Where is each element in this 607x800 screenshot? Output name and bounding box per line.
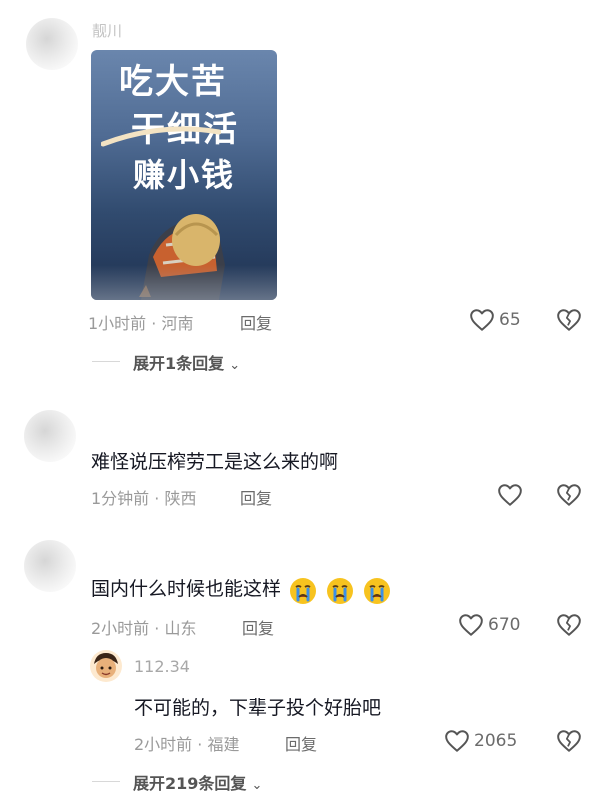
time-location: 2小时前 · 福建 [134,735,240,754]
reply-button[interactable]: 回复 [285,731,317,755]
reply-button[interactable]: 回复 [240,485,272,509]
chevron-down-icon: ⌄ [251,778,263,793]
comment-body: 国内什么时候也能这样 [91,574,392,606]
avatar[interactable] [24,540,76,592]
like-button[interactable] [444,729,470,753]
reply-avatar[interactable] [90,650,122,682]
expand-replies-button[interactable]: 展开1条回复 ⌄ [133,350,240,374]
like-count: 670 [488,615,521,635]
dislike-button[interactable] [556,308,582,332]
username[interactable]: 靓川 [92,20,122,41]
crying-face-icon [288,576,318,606]
avatar[interactable] [24,410,76,462]
reply-button[interactable]: 回复 [240,310,272,334]
time-location: 1小时前 · 河南 [88,314,194,333]
heart-icon [445,730,469,752]
heart-icon [459,614,483,636]
crying-face-icon [362,576,392,606]
comment-text: 难怪说压榨劳工是这么来的啊 [91,451,339,473]
divider [92,781,120,782]
expand-label: 展开1条回复 [133,354,225,373]
broken-heart-icon [557,309,581,331]
avatar[interactable] [26,18,78,70]
dislike-button[interactable] [556,729,582,753]
comment-text: 国内什么时候也能这样 [91,578,282,600]
broken-heart-icon [557,614,581,636]
divider [92,361,120,362]
broken-heart-icon [557,484,581,506]
comment-image[interactable]: 吃大苦 干细活 赚小钱 [91,50,277,300]
reply-username[interactable]: 112.34 [134,657,190,676]
image-bottom-shade [91,265,277,300]
time-location: 1分钟前 · 陕西 [91,489,197,508]
reply-button[interactable]: 回复 [242,615,274,639]
like-count: 2065 [474,731,518,751]
expand-replies-button[interactable]: 展开219条回复 ⌄ [133,770,262,794]
crying-face-icon [325,576,355,606]
heart-icon [470,309,494,331]
dislike-button[interactable] [556,613,582,637]
reply-text: 不可能的，下辈子投个好胎吧 [134,697,382,719]
chevron-down-icon: ⌄ [229,358,241,373]
like-button[interactable] [469,308,495,332]
like-button[interactable] [458,613,484,637]
like-button[interactable] [497,483,523,507]
time-location: 2小时前 · 山东 [91,619,197,638]
like-count: 65 [499,310,521,330]
image-line: 吃大苦 [119,62,227,102]
expand-label: 展开219条回复 [133,774,247,793]
brush-stroke [101,126,221,147]
dislike-button[interactable] [556,483,582,507]
heart-icon [498,484,522,506]
broken-heart-icon [557,730,581,752]
